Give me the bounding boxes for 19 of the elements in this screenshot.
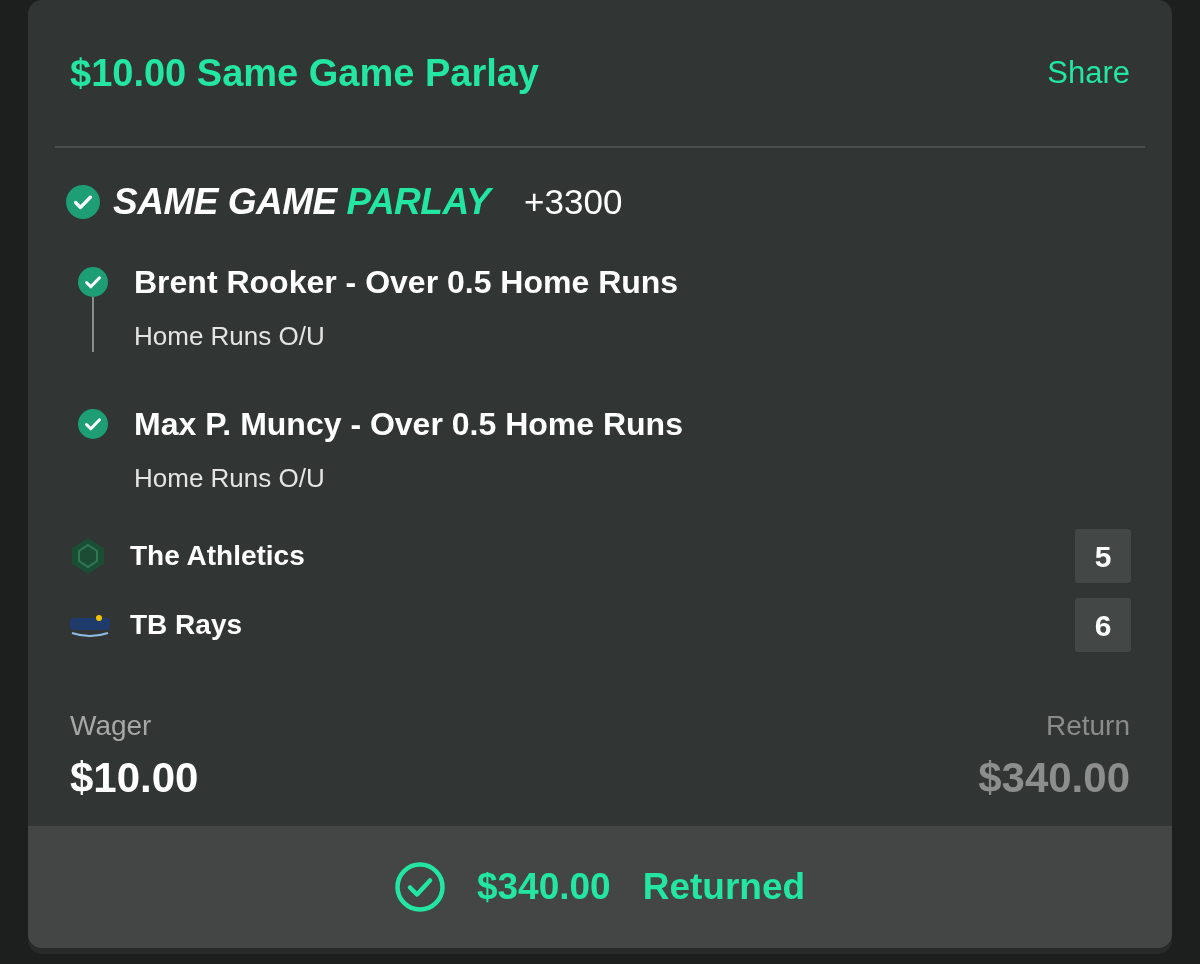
connector-line (92, 297, 94, 352)
wager-amount: $10.00 (70, 754, 199, 802)
team-name: TB Rays (130, 608, 243, 642)
returned-amount: $340.00 (476, 865, 611, 910)
return-label: Return (1045, 709, 1130, 743)
result-status: Returned (642, 865, 806, 910)
team-score: 5 (1075, 529, 1131, 583)
leg-market: Home Runs O/U (134, 462, 326, 494)
wager-label: Wager (70, 709, 153, 743)
share-link[interactable]: Share (1047, 49, 1130, 97)
team-score: 6 (1075, 598, 1131, 652)
return-amount: $340.00 (978, 754, 1130, 802)
parlay-heading: SAME GAME PARLAY (113, 180, 491, 225)
leg-selection: Brent Rooker - Over 0.5 Home Runs (134, 267, 679, 297)
team-logo-icon (68, 613, 112, 637)
bet-title: $10.00 Same Game Parlay (70, 50, 539, 96)
parlay-odds: +3300 (524, 180, 623, 223)
team-name: The Athletics (130, 539, 305, 573)
leg-market: Home Runs O/U (134, 320, 326, 352)
